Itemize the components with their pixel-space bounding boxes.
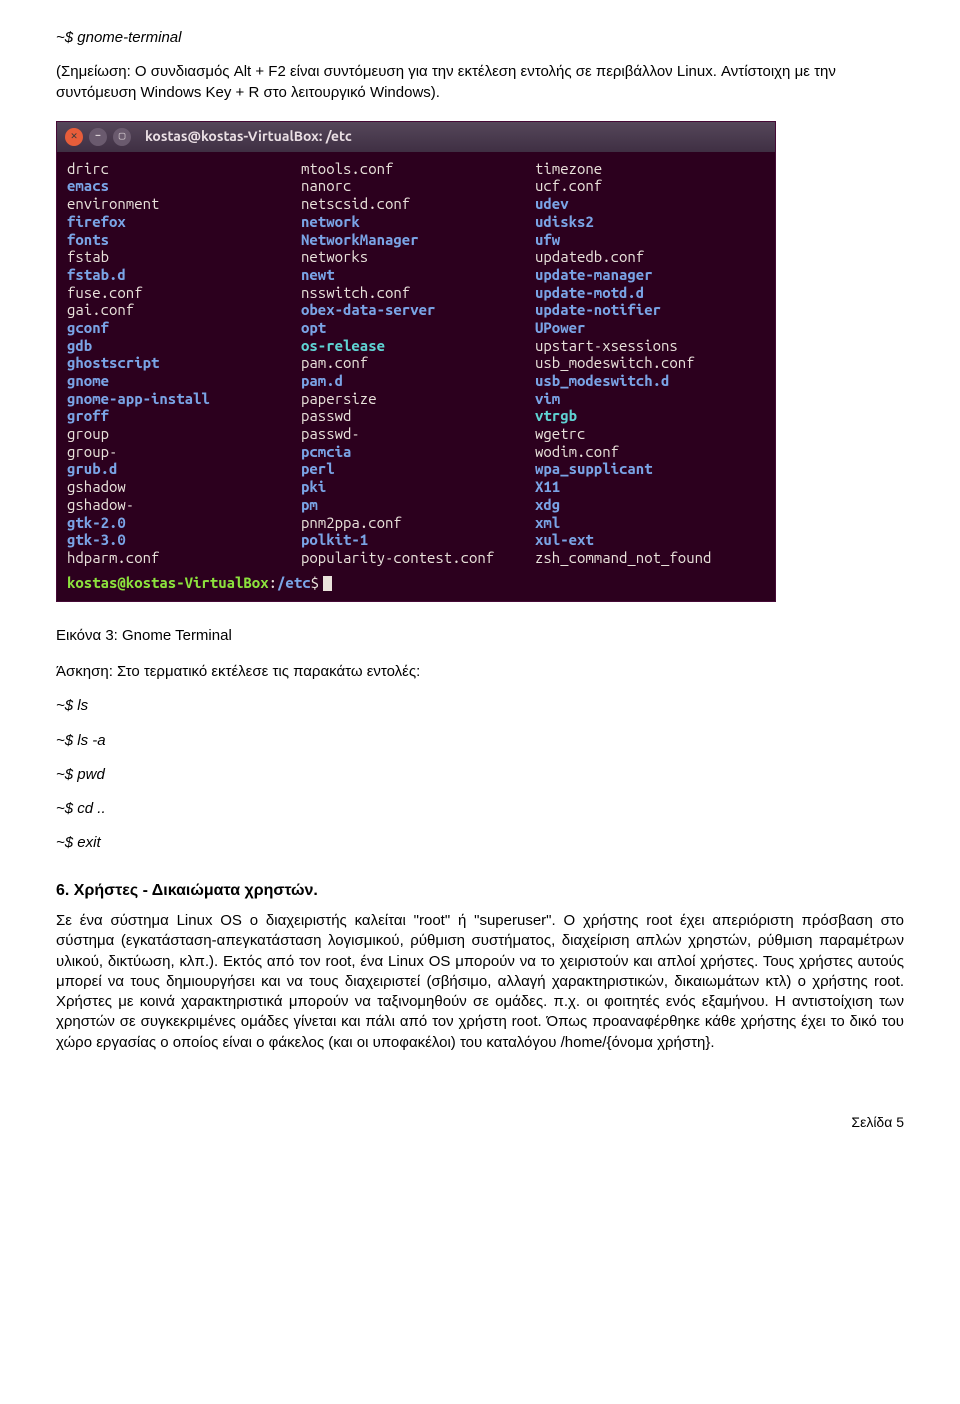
ls-entry: usb_modeswitch.d xyxy=(535,372,669,389)
ls-entry: gtk-3.0 xyxy=(67,531,126,548)
ls-entry: timezone xyxy=(535,160,602,177)
ls-entry: netscsid.conf xyxy=(301,195,410,212)
ls-entry: mtools.conf xyxy=(301,160,393,177)
ls-entry: ufw xyxy=(535,231,560,248)
ls-entry: xul-ext xyxy=(535,531,594,548)
ls-entry: udev xyxy=(535,195,569,212)
prompt-path: /etc xyxy=(277,574,311,591)
ls-entry: updatedb.conf xyxy=(535,248,644,265)
exercise-command: ~$ cd .. xyxy=(56,799,904,819)
terminal-column-1: drirc emacs environment firefox fonts fs… xyxy=(67,160,297,567)
ls-entry: group xyxy=(67,425,109,442)
exercise-commands: ~$ ls ~$ ls -a ~$ pwd ~$ cd .. ~$ exit xyxy=(56,696,904,853)
ls-entry: nanorc xyxy=(301,177,351,194)
terminal-column-2: mtools.conf nanorc netscsid.conf network… xyxy=(301,160,531,567)
ls-entry: X11 xyxy=(535,478,560,495)
ls-entry: pnm2ppa.conf xyxy=(301,514,402,531)
prompt-colon: : xyxy=(269,574,277,591)
ls-entry: xdg xyxy=(535,496,560,513)
ls-entry: opt xyxy=(301,319,326,336)
exercise-command: ~$ ls xyxy=(56,696,904,716)
minimize-icon[interactable]: – xyxy=(89,128,107,146)
terminal-title: kostas@kostas-VirtualBox: /etc xyxy=(145,127,352,146)
ls-entry: hdparm.conf xyxy=(67,549,159,566)
ls-entry: pam.conf xyxy=(301,354,368,371)
exercise-label: Άσκηση: Στο τερματικό εκτέλεσε τις παρακ… xyxy=(56,662,904,682)
ls-entry: wgetrc xyxy=(535,425,585,442)
intro-command: ~$ gnome-terminal xyxy=(56,28,904,48)
ls-entry: grub.d xyxy=(67,460,117,477)
cursor-icon xyxy=(323,576,332,591)
ls-entry: emacs xyxy=(67,177,109,194)
ls-entry: firefox xyxy=(67,213,126,230)
ls-entry: gconf xyxy=(67,319,109,336)
ls-entry: passwd- xyxy=(301,425,360,442)
ls-entry: gai.conf xyxy=(67,301,134,318)
ls-entry: ucf.conf xyxy=(535,177,602,194)
ls-entry: wodim.conf xyxy=(535,443,619,460)
terminal-window: ✕ – ▢ kostas@kostas-VirtualBox: /etc dri… xyxy=(56,121,776,602)
intro-note: (Σημείωση: Ο συνδιασμός Alt + F2 είναι σ… xyxy=(56,62,904,103)
section-heading: 6. Χρήστες - Δικαιώματα χρηστών. xyxy=(56,880,904,902)
ls-entry: gdb xyxy=(67,337,92,354)
ls-entry: gshadow- xyxy=(67,496,134,513)
ls-entry: pam.d xyxy=(301,372,343,389)
close-icon[interactable]: ✕ xyxy=(65,128,83,146)
exercise-command: ~$ ls -a xyxy=(56,731,904,751)
ls-entry: update-notifier xyxy=(535,301,661,318)
ls-entry: gtk-2.0 xyxy=(67,514,126,531)
terminal-column-3: timezone ucf.conf udev udisks2 ufw updat… xyxy=(535,160,765,567)
section-body: Σε ένα σύστημα Linux OS o διαχειριστής κ… xyxy=(56,911,904,1053)
ls-entry: xml xyxy=(535,514,560,531)
figure-caption: Εικόνα 3: Gnome Terminal xyxy=(56,626,904,646)
ls-entry: upstart-xsessions xyxy=(535,337,678,354)
ls-entry: pki xyxy=(301,478,326,495)
ls-entry: network xyxy=(301,213,360,230)
ls-entry: nsswitch.conf xyxy=(301,284,410,301)
ls-entry: papersize xyxy=(301,390,377,407)
ls-entry: pm xyxy=(301,496,318,513)
ls-entry: gnome xyxy=(67,372,109,389)
ls-entry: popularity-contest.conf xyxy=(301,549,494,566)
ls-entry: usb_modeswitch.conf xyxy=(535,354,695,371)
ls-entry: perl xyxy=(301,460,335,477)
ls-entry: polkit-1 xyxy=(301,531,368,548)
ls-entry: group- xyxy=(67,443,117,460)
ls-entry: vtrgb xyxy=(535,407,577,424)
ls-entry: fonts xyxy=(67,231,109,248)
prompt-dollar: $ xyxy=(311,574,319,591)
ls-entry: drirc xyxy=(67,160,109,177)
ls-entry: fstab xyxy=(67,248,109,265)
ls-entry: update-motd.d xyxy=(535,284,644,301)
maximize-icon[interactable]: ▢ xyxy=(113,128,131,146)
prompt-user: kostas@kostas-VirtualBox xyxy=(67,574,269,591)
ls-entry: ghostscript xyxy=(67,354,159,371)
terminal-titlebar: ✕ – ▢ kostas@kostas-VirtualBox: /etc xyxy=(57,122,775,152)
ls-entry: networks xyxy=(301,248,368,265)
ls-entry: fuse.conf xyxy=(67,284,143,301)
ls-entry: vim xyxy=(535,390,560,407)
terminal-prompt[interactable]: kostas@kostas-VirtualBox:/etc$ xyxy=(57,573,775,601)
ls-entry: NetworkManager xyxy=(301,231,419,248)
ls-entry: groff xyxy=(67,407,109,424)
ls-entry: update-manager xyxy=(535,266,653,283)
ls-entry: passwd xyxy=(301,407,351,424)
ls-entry: udisks2 xyxy=(535,213,594,230)
terminal-body: drirc emacs environment firefox fonts fs… xyxy=(57,152,775,573)
exercise-command: ~$ exit xyxy=(56,833,904,853)
exercise-command: ~$ pwd xyxy=(56,765,904,785)
ls-entry: gnome-app-install xyxy=(67,390,210,407)
ls-entry: zsh_command_not_found xyxy=(535,549,711,566)
ls-entry: fstab.d xyxy=(67,266,126,283)
ls-entry: environment xyxy=(67,195,159,212)
ls-entry: UPower xyxy=(535,319,585,336)
ls-entry: gshadow xyxy=(67,478,126,495)
page-number: Σελίδα 5 xyxy=(56,1113,904,1132)
ls-entry: newt xyxy=(301,266,335,283)
ls-entry: pcmcia xyxy=(301,443,351,460)
ls-entry: wpa_supplicant xyxy=(535,460,653,477)
ls-entry: os-release xyxy=(301,337,385,354)
ls-entry: obex-data-server xyxy=(301,301,435,318)
